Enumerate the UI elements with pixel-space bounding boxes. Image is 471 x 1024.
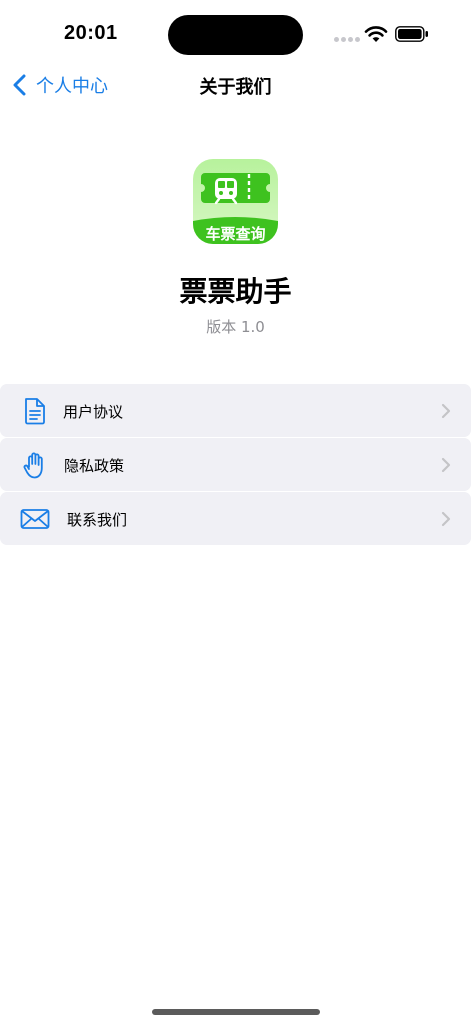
app-version: 版本 1.0	[206, 318, 265, 336]
wifi-icon	[364, 26, 388, 42]
menu-item-label: 联系我们	[67, 511, 128, 529]
menu-item-privacy-policy[interactable]: 隐私政策	[0, 438, 471, 491]
status-bar: 20:01	[0, 0, 471, 62]
chevron-right-icon	[441, 457, 451, 473]
cellular-signal-icon	[334, 37, 360, 42]
page-title: 关于我们	[199, 77, 272, 98]
document-icon	[25, 398, 45, 425]
app-icon-banner-text: 车票查询	[205, 225, 265, 243]
hand-icon	[23, 452, 43, 479]
menu-item-user-agreement[interactable]: 用户协议	[0, 384, 471, 437]
battery-icon	[395, 26, 428, 42]
home-indicator[interactable]	[152, 1009, 320, 1015]
dynamic-island	[168, 15, 303, 55]
app-name: 票票助手	[179, 275, 292, 308]
menu-item-contact-us[interactable]: 联系我们	[0, 492, 471, 545]
navigation-bar: 个人中心 关于我们	[0, 62, 471, 108]
menu-item-label: 隐私政策	[64, 457, 125, 475]
app-logo: 车票查询	[193, 159, 278, 244]
mail-icon	[20, 509, 50, 529]
chevron-right-icon	[441, 511, 451, 527]
menu-item-label: 用户协议	[63, 403, 124, 421]
about-menu-list: 用户协议 隐私政策 联系我们	[0, 384, 471, 546]
chevron-right-icon	[441, 403, 451, 419]
status-time: 20:01	[64, 22, 118, 44]
